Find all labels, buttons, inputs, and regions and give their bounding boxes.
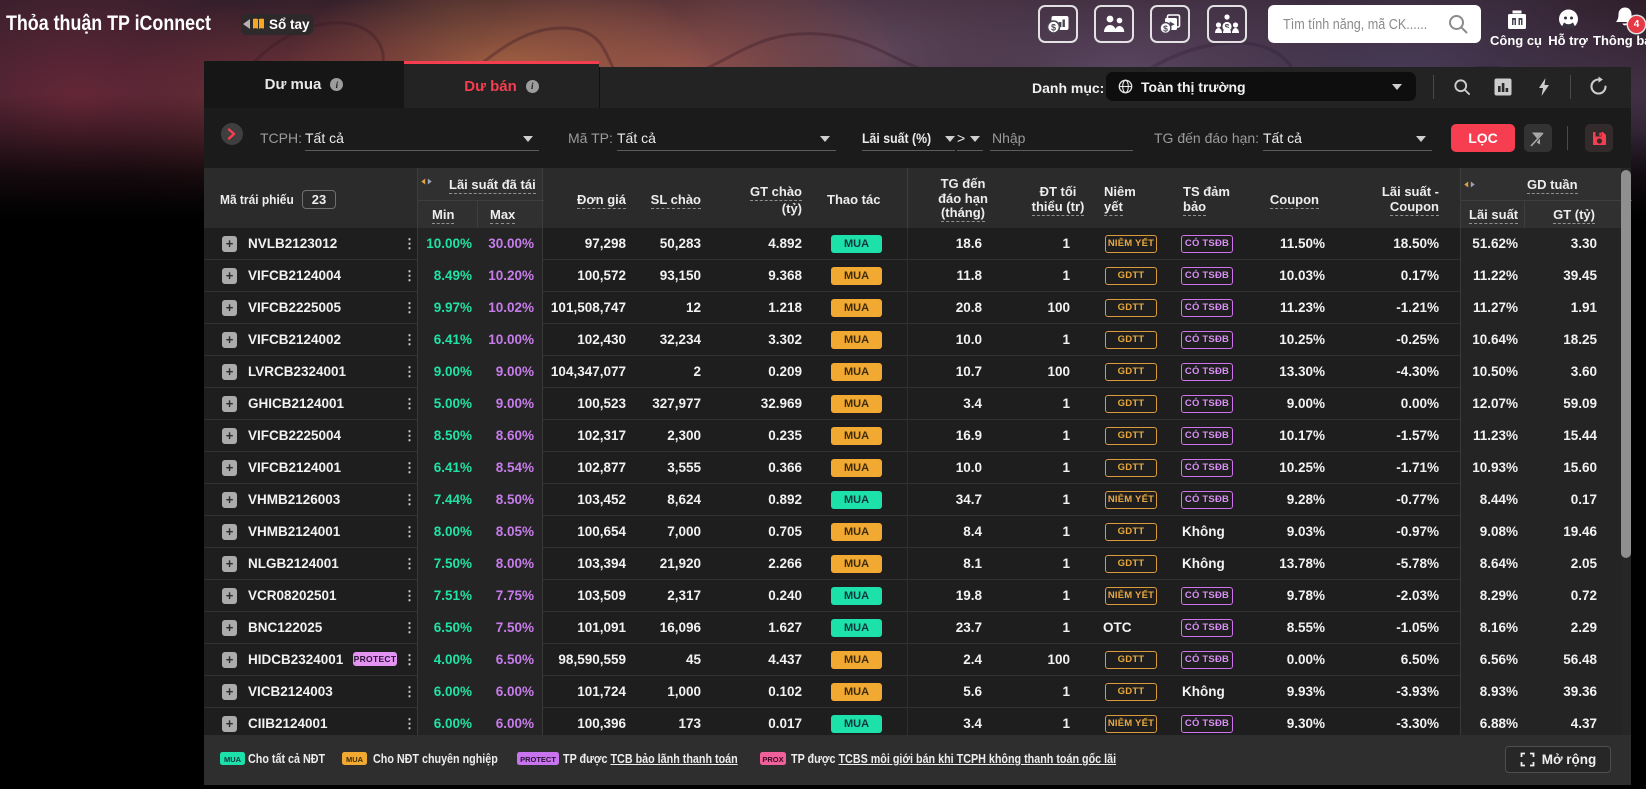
svg-text:$: $ <box>1050 23 1055 33</box>
svg-text:$: $ <box>1163 23 1168 33</box>
